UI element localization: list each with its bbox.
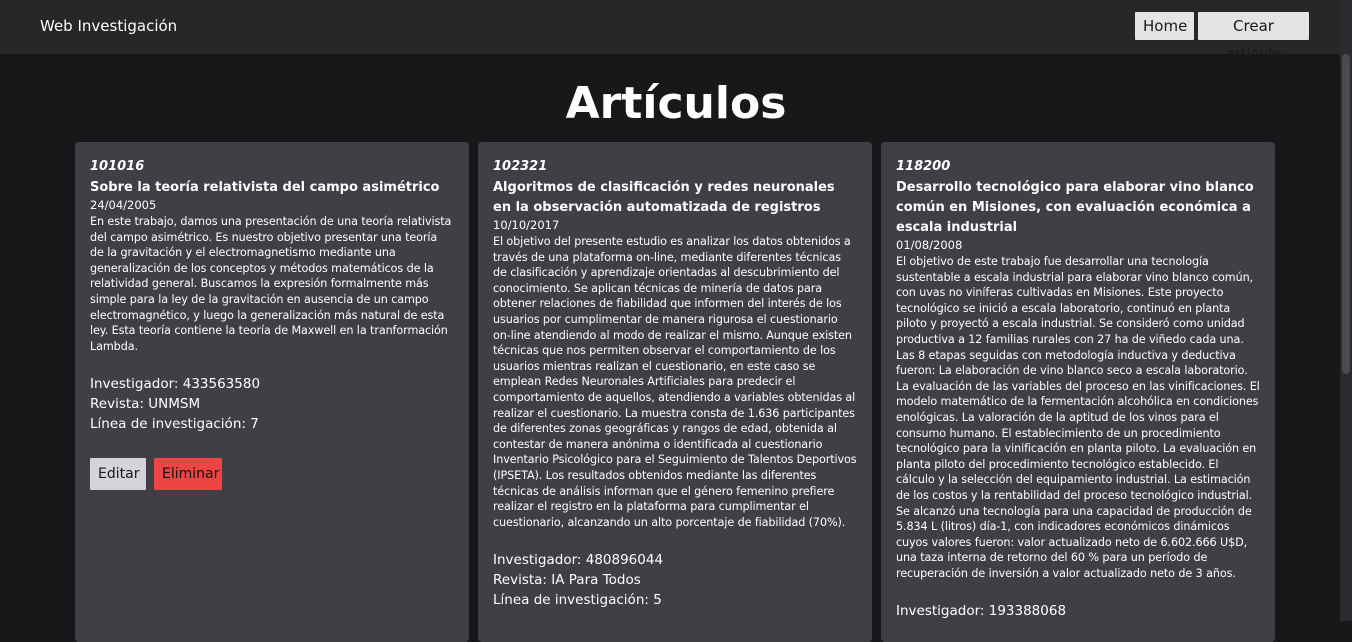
article-card: 118200 Desarrollo tecnológico para elabo…: [881, 142, 1275, 642]
article-title: Sobre la teoría relativista del campo as…: [90, 180, 440, 195]
article-meta: Investigador: 433563580 Revista: UNMSM L…: [90, 374, 454, 434]
delete-button[interactable]: Eliminar: [154, 458, 222, 491]
article-journal: Revista: UNMSM: [90, 396, 201, 413]
article-meta: Investigador: 480896044 Revista: IA Para…: [493, 550, 857, 610]
article-abstract: El objetivo de este trabajo fue desarrol…: [896, 255, 1260, 580]
navbar: Web Investigación Home Crear artículo: [0, 0, 1340, 63]
create-article-button[interactable]: Crear artículo: [1198, 12, 1309, 63]
article-title: Desarrollo tecnológico para elaborar vin…: [896, 180, 1254, 235]
article-abstract: En este trabajo, damos una presentación …: [90, 215, 452, 353]
article-date: 01/08/2008: [896, 238, 963, 252]
brand-link[interactable]: Web Investigación: [40, 17, 177, 35]
article-date: 24/04/2005: [90, 198, 157, 212]
article-meta: Investigador: 193388068: [896, 601, 1260, 621]
edit-button[interactable]: Editar: [90, 458, 146, 491]
article-investigator: Investigador: 193388068: [896, 603, 1067, 620]
article-id: 101016: [90, 159, 145, 174]
article-actions: Editar Eliminar: [90, 458, 454, 491]
article-date: 10/10/2017: [493, 218, 560, 232]
article-research-line: Línea de investigación: 7: [90, 416, 259, 433]
home-button[interactable]: Home: [1135, 12, 1194, 40]
article-title: Algoritmos de clasificación y redes neur…: [493, 180, 835, 215]
article-abstract: El objetivo del presente estudio es anal…: [493, 235, 857, 529]
article-card: 102321 Algoritmos de clasificación y red…: [478, 142, 872, 642]
article-investigator: Investigador: 433563580: [90, 376, 261, 393]
article-research-line: Línea de investigación: 5: [493, 592, 662, 609]
article-card: 101016 Sobre la teoría relativista del c…: [75, 142, 469, 642]
article-id: 118200: [896, 159, 951, 174]
article-investigator: Investigador: 480896044: [493, 552, 664, 569]
article-journal: Revista: IA Para Todos: [493, 572, 641, 589]
page-title: Artículos: [565, 78, 787, 129]
article-id: 102321: [493, 159, 548, 174]
